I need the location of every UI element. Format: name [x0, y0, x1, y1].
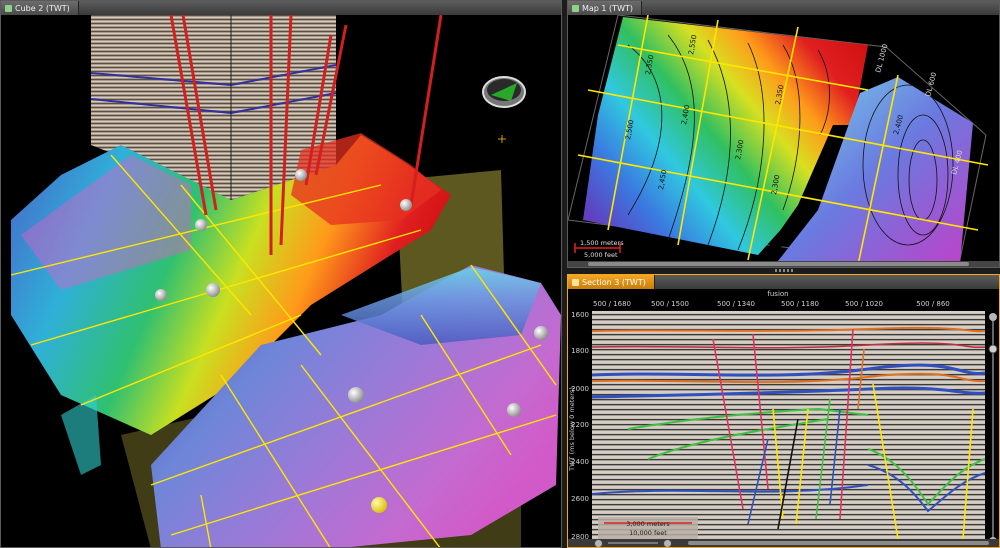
tab-map-1-label: Map 1 (TWT) — [582, 3, 633, 13]
zoom-out-button[interactable] — [594, 539, 603, 547]
map-scroll-thumb[interactable] — [588, 262, 969, 266]
top-tick-label: 500 / 1180 — [781, 300, 819, 308]
section-icon — [572, 278, 579, 286]
section-y-axis-label: TWT (ms below 0 meters) — [568, 387, 576, 472]
crosshair-icon — [498, 135, 506, 143]
map-canvas[interactable]: 2,350 2,400 2,450 2,500 2,550 2,300 2,35… — [568, 14, 999, 267]
section-horizontal-scrollbar[interactable] — [568, 539, 999, 547]
tab-cube-2[interactable]: Cube 2 (TWT) — [1, 1, 79, 15]
tab-section-3-label: Section 3 (TWT) — [582, 277, 646, 287]
section-scroll-thumb[interactable] — [688, 541, 989, 545]
section-canvas[interactable]: fusion 500 / 1680 500 / 1500 500 / 1340 … — [568, 289, 999, 547]
edge-label: DL 600 — [924, 71, 938, 97]
section-scale-imperial: 10,000 feet — [629, 529, 667, 537]
top-tick-label: 500 / 1680 — [593, 300, 631, 308]
map-scale-metric: 1,500 meters — [580, 239, 624, 247]
cube-view-pane[interactable]: Cube 2 (TWT) — [0, 0, 562, 548]
cube-3d-canvas[interactable] — [1, 14, 561, 547]
horizontal-zoom-track[interactable] — [608, 542, 658, 544]
top-tick-label: 500 / 860 — [916, 300, 950, 308]
y-tick-label: 1600 — [571, 311, 589, 319]
top-tick-label: 500 / 1020 — [845, 300, 883, 308]
section-header-title: fusion — [767, 290, 788, 298]
tab-section-3[interactable]: Section 3 (TWT) — [568, 275, 655, 289]
section-tabbar: Section 3 (TWT) — [568, 275, 999, 289]
top-tick-label: 500 / 1500 — [651, 300, 689, 308]
map-horizontal-scrollbar[interactable] — [568, 261, 999, 267]
section-top-axis: 500 / 1680 500 / 1500 500 / 1340 500 / 1… — [593, 300, 950, 308]
vertical-zoom-slider[interactable] — [988, 313, 998, 545]
section-scale-bar: 3,000 meters 10,000 feet — [598, 517, 698, 539]
map-view-pane[interactable]: Map 1 (TWT) 2,350 2,400 2,450 2,500 2,55… — [567, 0, 1000, 268]
section-view-pane[interactable]: Section 3 (TWT) fusion 500 / 1680 500 / … — [567, 274, 1000, 548]
map-scale-bar: 1,500 meters 5,000 feet — [574, 239, 624, 259]
tab-map-1[interactable]: Map 1 (TWT) — [568, 1, 642, 15]
splitter-grip — [775, 269, 793, 272]
cube-tabbar: Cube 2 (TWT) — [1, 1, 561, 15]
map-icon — [572, 4, 579, 12]
orientation-compass-icon[interactable] — [482, 76, 526, 108]
y-tick-label: 2600 — [571, 495, 589, 503]
cyan-plane — [61, 395, 101, 475]
tab-cube-2-label: Cube 2 (TWT) — [15, 3, 70, 13]
map-tabbar: Map 1 (TWT) — [568, 1, 999, 15]
top-tick-label: 500 / 1340 — [717, 300, 755, 308]
cube-icon — [5, 4, 12, 12]
section-scale-metric: 3,000 meters — [626, 520, 670, 528]
map-scale-imperial: 5,000 feet — [584, 251, 618, 259]
edge-label: DL 1000 — [874, 43, 889, 73]
zoom-in-button[interactable] — [663, 539, 672, 547]
y-tick-label: 1800 — [571, 347, 589, 355]
